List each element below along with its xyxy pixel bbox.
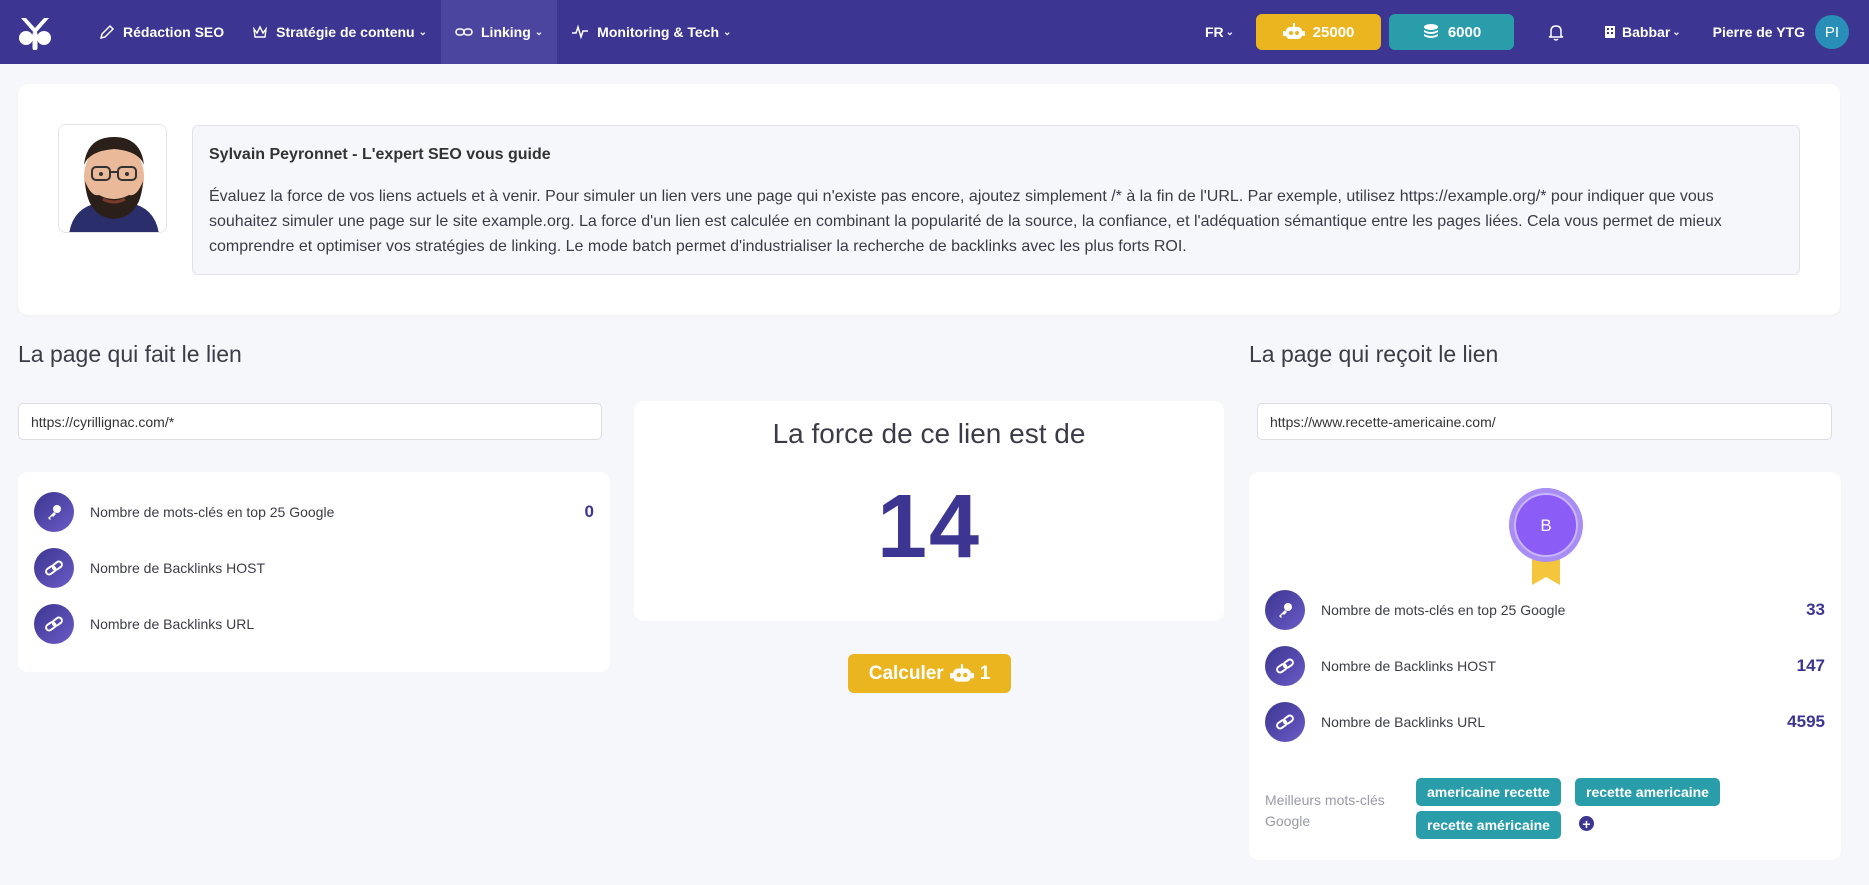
link-force-card: La force de ce lien est de 14 [634, 401, 1224, 621]
chevron-down-icon: ⌄ [723, 26, 732, 38]
expert-portrait [58, 124, 167, 233]
building-icon [1605, 26, 1616, 38]
nav-redaction-seo[interactable]: Rédaction SEO [85, 0, 238, 64]
link-icon [34, 604, 74, 644]
coin-credits-button[interactable]: 6000 [1389, 14, 1515, 50]
expert-guide-box: Sylvain Peyronnet - L'expert SEO vous gu… [192, 125, 1800, 275]
robot-icon [949, 663, 974, 682]
link-icon [34, 548, 74, 588]
robot-credits-button[interactable]: 25000 [1256, 14, 1382, 50]
chevron-down-icon: ⌄ [418, 26, 427, 38]
source-stats-card: Nombre de mots-clés en top 25 Google 0 N… [18, 472, 610, 672]
robot-icon [1282, 23, 1305, 39]
calculate-button[interactable]: Calculer 1 [848, 654, 1011, 693]
nav-redaction-seo-label: Rédaction SEO [123, 24, 225, 40]
stat-value: 33 [1806, 600, 1825, 619]
stat-label: Nombre de mots-clés en top 25 Google [1321, 602, 1566, 618]
calculate-label: Calculer [868, 662, 944, 684]
top-navbar: Rédaction SEO Stratégie de contenu ⌄ Lin… [0, 0, 1869, 64]
guide-text: Évaluez la force de vos liens actuels et… [209, 188, 1722, 255]
language-selector[interactable]: FR ⌄ [1205, 24, 1234, 40]
link-icon [1265, 646, 1305, 686]
stat-value: 147 [1796, 656, 1825, 675]
best-keywords-label: Meilleurs mots-clés Google [1265, 792, 1385, 829]
force-title: La force de ce lien est de [772, 418, 1086, 449]
source-url-input[interactable] [18, 403, 602, 440]
nav-linking-label: Linking [481, 24, 531, 40]
nav-right: FR ⌄ 25000 6000 Babbar ⌄ Pierre de YTG P… [1205, 0, 1869, 64]
robot-credits-value: 25000 [1312, 23, 1355, 41]
stat-value: 4595 [1787, 712, 1825, 731]
calculate-cost: 1 [979, 662, 991, 684]
force-value: 14 [876, 477, 982, 577]
target-page-title: La page qui reçoit le lien [1249, 341, 1499, 367]
stat-label: Nombre de Backlinks URL [90, 616, 255, 632]
source-stat-keywords: Nombre de mots-clés en top 25 Google 0 [34, 492, 594, 532]
coins-icon [1423, 24, 1438, 38]
target-stat-backlinks-url: Nombre de Backlinks URL 4595 [1265, 702, 1825, 742]
organization-label: Babbar [1622, 24, 1671, 40]
badge-grade: B [1540, 516, 1551, 535]
stat-value: 0 [584, 502, 594, 521]
source-stat-backlinks-host: Nombre de Backlinks HOST [34, 548, 594, 588]
source-stat-backlinks-url: Nombre de Backlinks URL [34, 604, 594, 644]
nav-linking[interactable]: Linking ⌄ [441, 0, 558, 64]
ytg-logo[interactable] [17, 14, 53, 50]
add-keyword-icon[interactable]: + [1579, 816, 1594, 831]
keyword-chip[interactable]: americaine recette [1416, 778, 1561, 806]
grade-badge: B [1506, 487, 1586, 587]
bell-icon [1548, 25, 1564, 41]
stat-label: Nombre de Backlinks HOST [1321, 658, 1497, 674]
nav-monitoring-tech[interactable]: Monitoring & Tech ⌄ [557, 0, 745, 64]
source-page-title: La page qui fait le lien [18, 341, 242, 367]
target-stat-backlinks-host: Nombre de Backlinks HOST 147 [1265, 646, 1825, 686]
nav-strategie-contenu-label: Stratégie de contenu [276, 24, 415, 40]
chevron-down-icon: ⌄ [1225, 26, 1235, 38]
chevron-down-icon: ⌄ [534, 26, 544, 38]
coin-credits-value: 6000 [1447, 23, 1482, 41]
chevron-down-icon: ⌄ [1672, 26, 1681, 38]
pulse-icon [572, 24, 589, 40]
pencil-icon [99, 24, 115, 40]
stat-label: Nombre de mots-clés en top 25 Google [90, 504, 335, 520]
nav-monitoring-tech-label: Monitoring & Tech [597, 24, 720, 40]
stat-label: Nombre de Backlinks URL [1321, 714, 1486, 730]
user-name[interactable]: Pierre de YTG [1713, 24, 1805, 40]
expert-guide-card: Sylvain Peyronnet - L'expert SEO vous gu… [18, 84, 1840, 315]
nav-strategie-contenu[interactable]: Stratégie de contenu ⌄ [238, 0, 441, 64]
crown-icon [253, 25, 268, 38]
language-label: FR [1204, 24, 1224, 40]
stat-label: Nombre de Backlinks HOST [90, 560, 266, 576]
organization-selector[interactable]: Babbar ⌄ [1604, 24, 1681, 40]
user-avatar[interactable]: PI [1815, 15, 1849, 49]
key-icon [1265, 590, 1305, 630]
guide-title: Sylvain Peyronnet - L'expert SEO vous gu… [209, 146, 551, 163]
key-icon [34, 492, 74, 532]
keyword-chip[interactable]: recette américaine [1416, 811, 1561, 839]
keyword-chip[interactable]: recette americaine [1575, 778, 1720, 806]
notifications-button[interactable] [1548, 23, 1564, 41]
target-stat-keywords: Nombre de mots-clés en top 25 Google 33 [1265, 590, 1825, 630]
target-url-input[interactable] [1257, 403, 1832, 440]
link-icon [455, 28, 473, 36]
link-icon [1265, 702, 1305, 742]
